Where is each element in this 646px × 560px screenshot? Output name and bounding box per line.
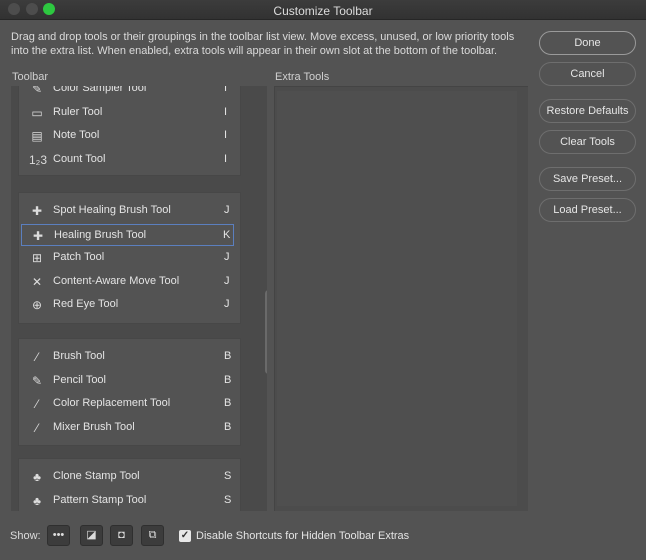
tool-row[interactable]: ▤ Note Tool I: [19, 125, 242, 147]
tool-shortcut-key[interactable]: J: [224, 204, 230, 216]
tool-name: Count Tool: [53, 152, 106, 165]
quick-mask-icon: ◘: [118, 529, 125, 541]
tool-name: Mixer Brush Tool: [53, 420, 135, 433]
color-sampler-icon: ✎: [31, 86, 43, 96]
tool-row[interactable]: ✚ Healing Brush Tool K: [21, 223, 234, 246]
tool-name: Pencil Tool: [53, 373, 106, 386]
red-eye-icon: ⊕: [31, 298, 43, 313]
window-titlebar: Customize Toolbar: [0, 0, 646, 20]
mixer-brush-icon: ⁄: [35, 420, 38, 435]
tool-row[interactable]: ♣ Clone Stamp Tool S: [19, 466, 242, 488]
tool-name: Note Tool: [53, 129, 100, 142]
tool-row[interactable]: ⁄ Color Replacement Tool B: [19, 393, 242, 415]
count-icon: 1₂3: [29, 152, 48, 167]
tool-shortcut-key[interactable]: B: [224, 421, 231, 433]
tool-name: Pattern Stamp Tool: [53, 493, 147, 506]
tool-name: Healing Brush Tool: [54, 228, 147, 241]
show-quick-mask-button[interactable]: ◘: [110, 525, 133, 546]
tool-row[interactable]: ▭ Ruler Tool I: [19, 102, 242, 124]
healing-brush-icon: ✚: [32, 228, 44, 243]
clone-stamp-icon: ♣: [33, 470, 41, 484]
content-aware-move-icon: ✕: [31, 274, 43, 289]
tool-shortcut-key[interactable]: B: [224, 374, 231, 386]
tool-row[interactable]: ✚ Spot Healing Brush Tool J: [19, 200, 242, 222]
patch-icon: ⊞: [31, 251, 43, 266]
show-more-button[interactable]: •••: [47, 525, 70, 546]
tool-name: Brush Tool: [53, 350, 105, 362]
pattern-stamp-icon: ♣: [33, 493, 41, 508]
extra-tools-drop-area[interactable]: [277, 91, 517, 506]
tool-shortcut-key[interactable]: J: [224, 298, 230, 310]
disable-shortcuts-checkbox[interactable]: ✓: [179, 530, 191, 542]
tool-row[interactable]: ⁄ Mixer Brush Tool B: [19, 417, 242, 439]
show-foreground-background-button[interactable]: ◪: [80, 525, 103, 546]
show-screen-mode-button[interactable]: ⧉: [141, 525, 164, 546]
tool-row[interactable]: ⁄ Brush Tool B: [19, 346, 242, 368]
tool-group[interactable]: ✎ Color Sampler Tool I ▭ Ruler Tool I ▤ Note To…: [18, 86, 242, 177]
tool-name: Patch Tool: [53, 251, 105, 264]
tool-shortcut-key[interactable]: J: [224, 251, 230, 263]
note-icon: ▤: [31, 129, 43, 144]
clear-tools-button[interactable]: Clear Tools: [539, 130, 636, 154]
tool-shortcut-key[interactable]: B: [224, 397, 231, 409]
extra-tools-list[interactable]: [274, 86, 528, 511]
pencil-icon: ✎: [31, 373, 43, 388]
instructions-text: Drag and drop tools or their groupings i…: [11, 31, 515, 57]
color-replacement-icon: ⁄: [35, 397, 38, 412]
tool-row[interactable]: 1₂3 Count Tool I: [19, 149, 242, 171]
show-label: Show:: [10, 530, 41, 542]
cancel-button[interactable]: Cancel: [539, 62, 636, 86]
tool-group[interactable]: ⁄ Brush Tool B ✎ Pencil Tool B ⁄ Color Replacem…: [18, 338, 242, 447]
tool-row[interactable]: ✎ Pencil Tool B: [19, 370, 242, 392]
tool-shortcut-key[interactable]: S: [224, 494, 231, 506]
tool-row[interactable]: ⊞ Patch Tool J: [19, 247, 242, 269]
toolbar-list-scrollbar[interactable]: [265, 290, 267, 374]
tool-shortcut-key[interactable]: S: [224, 470, 231, 482]
tool-name: Spot Healing Brush Tool: [53, 204, 171, 216]
ruler-icon: ▭: [31, 105, 43, 120]
brush-icon: ⁄: [35, 350, 38, 364]
tool-shortcut-key[interactable]: I: [224, 106, 227, 118]
tool-row[interactable]: ✎ Color Sampler Tool I: [19, 86, 242, 100]
tool-shortcut-key[interactable]: I: [224, 129, 227, 141]
tool-shortcut-key[interactable]: B: [224, 350, 231, 362]
tool-group[interactable]: ✚ Spot Healing Brush Tool J ✚ Healing Brush …: [18, 192, 241, 324]
tool-row[interactable]: ✕ Content-Aware Move Tool J: [19, 271, 242, 293]
tool-group[interactable]: ♣ Clone Stamp Tool S ♣ Pattern Stamp Tool S: [18, 458, 241, 511]
tool-row[interactable]: ♣ Pattern Stamp Tool S: [19, 490, 242, 511]
tool-shortcut-key[interactable]: I: [224, 86, 227, 94]
tool-shortcut-key[interactable]: K: [223, 229, 230, 241]
window-title: Customize Toolbar: [273, 4, 373, 18]
tool-name: Content-Aware Move Tool: [53, 274, 180, 287]
tool-shortcut-key[interactable]: I: [224, 153, 227, 165]
foreground-background-icon: ◪: [86, 529, 97, 541]
tool-shortcut-key[interactable]: J: [224, 275, 230, 287]
load-preset-button[interactable]: Load Preset...: [539, 198, 636, 222]
tool-name: Clone Stamp Tool: [53, 470, 140, 482]
done-button[interactable]: Done: [539, 31, 636, 55]
save-preset-button[interactable]: Save Preset...: [539, 167, 636, 191]
tool-name: Ruler Tool: [53, 105, 103, 118]
toolbar-list-label: Toolbar: [12, 71, 49, 83]
restore-defaults-button[interactable]: Restore Defaults: [539, 99, 636, 123]
spot-healing-brush-icon: ✚: [31, 204, 43, 218]
more-dots-icon: •••: [52, 529, 65, 541]
toolbar-list[interactable]: ✎ Color Sampler Tool I ▭ Ruler Tool I ▤ Note To…: [11, 86, 267, 511]
tool-row[interactable]: ⊕ Red Eye Tool J: [19, 294, 242, 316]
disable-shortcuts-label[interactable]: Disable Shortcuts for Hidden Toolbar Ext…: [196, 530, 409, 542]
screen-mode-icon: ⧉: [148, 529, 157, 541]
tool-name: Red Eye Tool: [53, 298, 119, 311]
extra-tools-label: Extra Tools: [275, 71, 330, 83]
tool-name: Color Sampler Tool: [53, 86, 147, 94]
tool-name: Color Replacement Tool: [53, 397, 171, 410]
